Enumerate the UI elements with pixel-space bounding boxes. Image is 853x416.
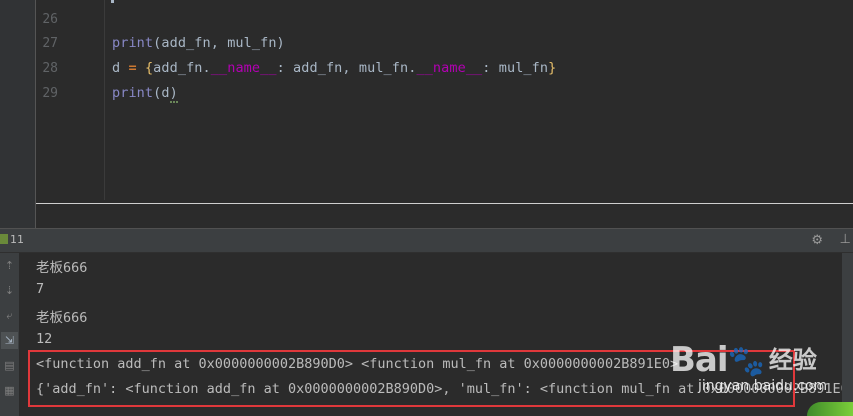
run-tab[interactable]: 11 [0, 233, 24, 246]
wrap-icon[interactable]: ⤶ [1, 307, 18, 324]
watermark-url: jingyan.baidu.com [698, 378, 828, 394]
corner-decoration [807, 402, 853, 416]
code-token: = [128, 60, 137, 76]
code-token: : add_fn, [276, 60, 359, 76]
gear-icon[interactable]: ⚙ [811, 233, 823, 248]
code-token: mul_fn. [358, 60, 417, 76]
code-line-28[interactable]: d = {add_fn.__name__: add_fn, mul_fn.__n… [112, 60, 556, 76]
code-token: __name__ [210, 60, 277, 76]
code-token: : mul_fn [482, 60, 549, 76]
line-number: 29 [42, 86, 58, 101]
run-tab-label: 11 [10, 233, 24, 246]
code-token: d [161, 85, 170, 101]
builtin-print: print [112, 35, 154, 51]
console-line: 7 [36, 281, 45, 297]
watermark-logo-cn: 经验 [768, 346, 817, 374]
minimize-icon[interactable]: ⊥ [840, 232, 851, 247]
line-number: 28 [42, 61, 58, 76]
line-number: 27 [42, 36, 58, 51]
code-token: __name__ [416, 60, 483, 76]
run-config-icon [0, 234, 8, 244]
code-line-27[interactable]: print(add_fn, mul_fn) [112, 35, 285, 51]
console-line: 老板666 [36, 310, 88, 326]
scroll-tick [111, 0, 114, 3]
code-token: add_fn. [153, 60, 211, 76]
code-token: (add_fn, mul_fn) [153, 35, 285, 51]
print-icon[interactable]: ▤ [1, 357, 18, 374]
paw-icon: 🐾 [727, 344, 765, 379]
scroll-end-icon[interactable]: ⇲ [1, 332, 18, 349]
code-line-29[interactable]: print(d) [112, 85, 178, 103]
line-number: 26 [42, 12, 58, 27]
console-scrollbar[interactable] [842, 253, 853, 416]
trash-icon[interactable]: ▦ [1, 382, 18, 399]
up-arrow-icon[interactable]: ⇡ [1, 257, 18, 274]
code-token: d [112, 60, 129, 76]
console-line: 12 [36, 331, 53, 347]
watermark-logo-text: Bai [670, 340, 729, 380]
console-line: 老板666 [36, 260, 88, 276]
run-toolbar: ⇡ ⇣ ⤶ ⇲ ▤ ▦ [0, 253, 20, 416]
right-margin-divider [36, 203, 853, 204]
builtin-print: print [112, 85, 154, 101]
indent-guide [104, 0, 105, 200]
line-number-gutter [0, 0, 36, 228]
code-token: } [548, 60, 557, 76]
code-token: { [144, 60, 154, 76]
baidu-watermark: Bai🐾 经验 jingyan.baidu.com [670, 340, 827, 394]
run-panel-header: 11 ⚙ ⊥ [0, 228, 853, 253]
code-editor[interactable]: 26 27 28 29 print(add_fn, mul_fn) d = {a… [0, 0, 853, 228]
code-token: ) [169, 85, 178, 103]
down-arrow-icon[interactable]: ⇣ [1, 282, 18, 299]
